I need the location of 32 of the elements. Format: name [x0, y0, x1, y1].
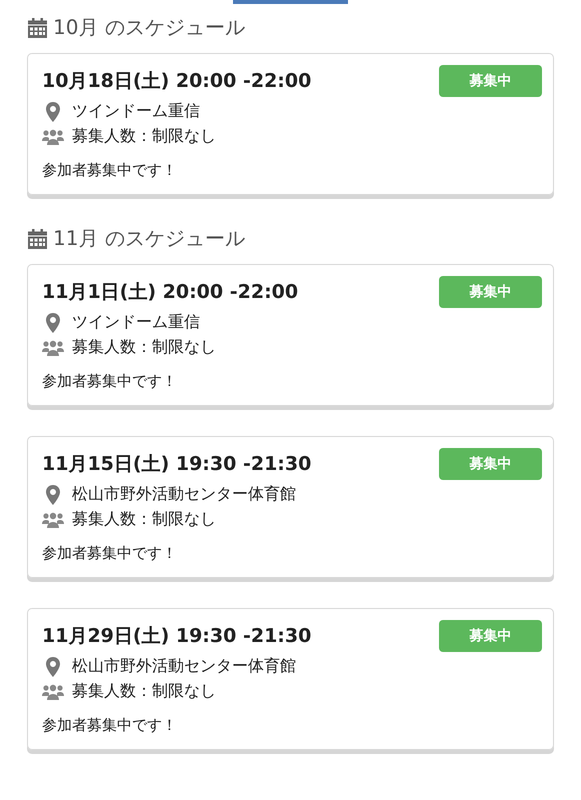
venue-text: ツインドーム重信: [72, 312, 200, 333]
status-badge: 募集中: [439, 276, 542, 308]
event-message: 参加者募集中です！: [42, 716, 178, 735]
venue-text: 松山市野外活動センター体育館: [72, 656, 296, 677]
group-icon: [42, 128, 64, 144]
capacity-text: 募集人数：制限なし: [72, 126, 216, 147]
event-datetime: 11月29日(土) 19:30 -21:30: [42, 624, 312, 649]
event-datetime: 11月15日(土) 19:30 -21:30: [42, 452, 312, 477]
status-badge: 募集中: [439, 65, 542, 97]
venue-text: 松山市野外活動センター体育館: [72, 484, 296, 505]
event-message: 参加者募集中です！: [42, 372, 178, 391]
section-heading: 10月 のスケジュール: [53, 14, 245, 41]
capacity-text: 募集人数：制限なし: [72, 681, 216, 702]
capacity-text: 募集人数：制限なし: [72, 337, 216, 358]
event-datetime: 10月18日(土) 20:00 -22:00: [42, 69, 312, 94]
group-icon: [42, 512, 64, 528]
venue-text: ツインドーム重信: [72, 101, 200, 122]
status-badge: 募集中: [439, 620, 542, 652]
location-pin-icon: [46, 656, 60, 676]
section-heading: 11月 のスケジュール: [53, 225, 245, 252]
capacity-text: 募集人数：制限なし: [72, 509, 216, 530]
location-pin-icon: [46, 484, 60, 504]
location-pin-icon: [46, 102, 60, 122]
group-icon: [42, 684, 64, 700]
calendar-icon: [28, 228, 47, 248]
group-icon: [42, 340, 64, 356]
status-badge: 募集中: [439, 448, 542, 480]
event-message: 参加者募集中です！: [42, 544, 178, 563]
location-pin-icon: [46, 312, 60, 332]
calendar-icon: [28, 18, 47, 38]
event-message: 参加者募集中です！: [42, 161, 178, 180]
event-datetime: 11月1日(土) 20:00 -22:00: [42, 280, 298, 305]
